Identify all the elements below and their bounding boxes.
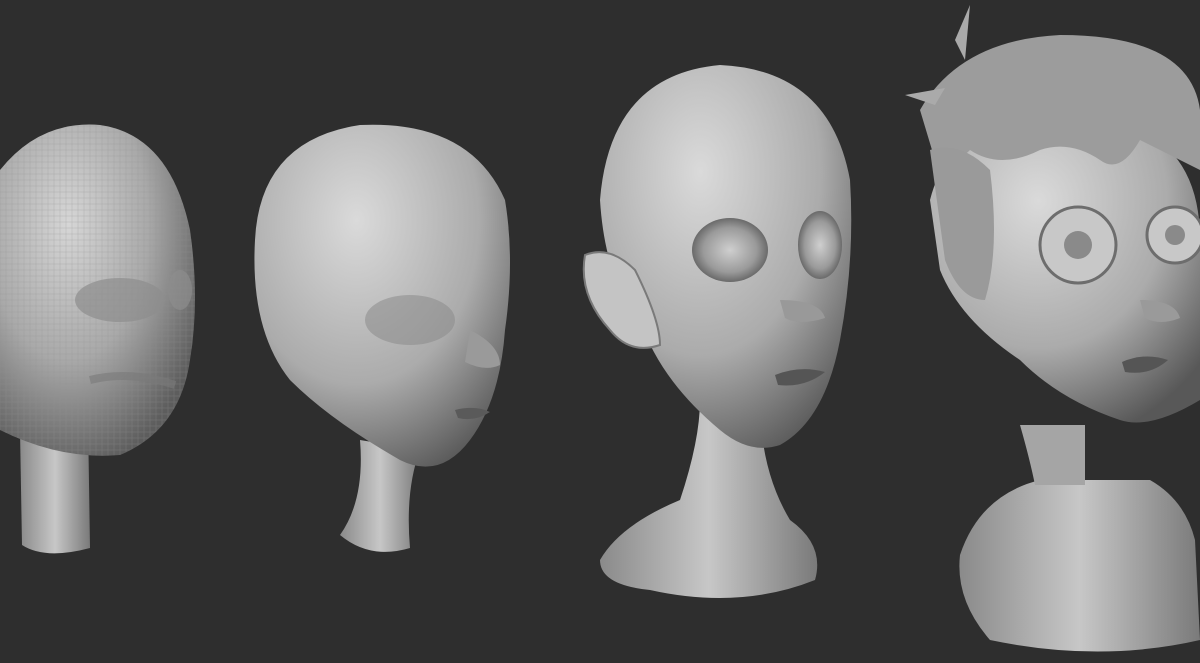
sculpt-progression-scene [0, 0, 1200, 663]
sculpt-progression-illustration [0, 5, 1200, 652]
smoothed-head [254, 124, 510, 552]
blockout-head [0, 124, 195, 554]
refined-head [582, 65, 852, 598]
detailed-bust [905, 5, 1200, 652]
